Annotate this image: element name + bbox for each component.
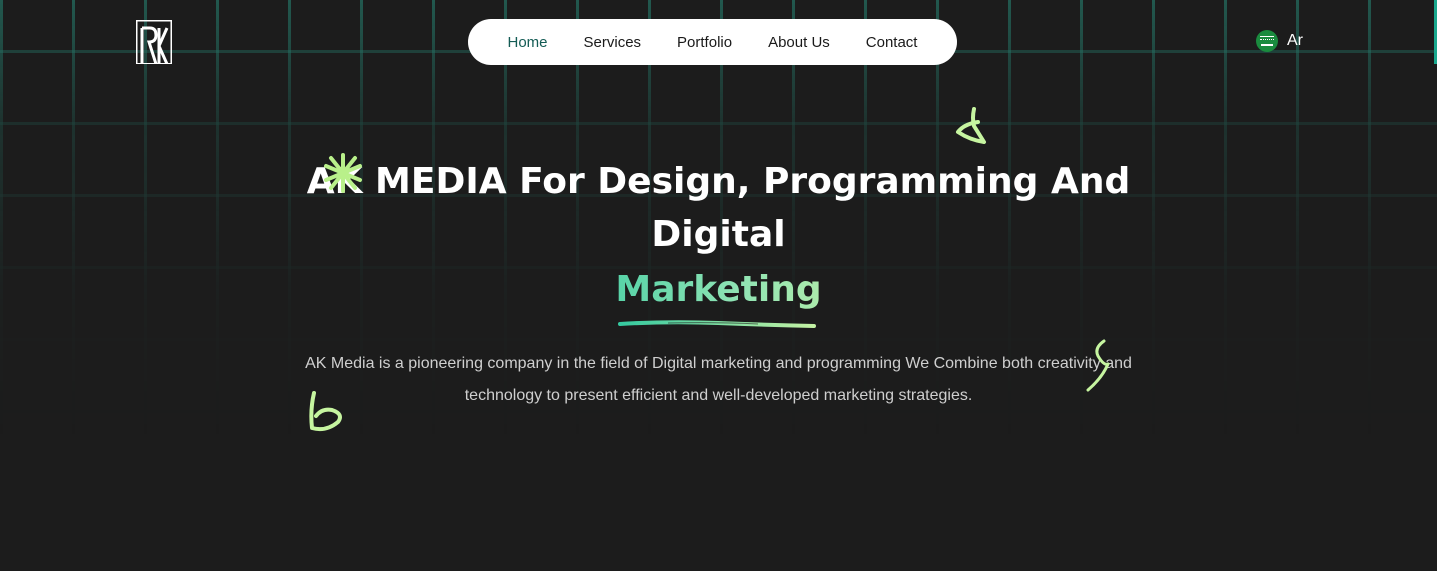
language-switcher[interactable]: Ar — [1256, 30, 1303, 52]
saudi-flag-icon — [1256, 30, 1278, 52]
nav-home[interactable]: Home — [508, 34, 548, 51]
asterisk-doodle-icon — [324, 153, 362, 193]
nav-services[interactable]: Services — [584, 34, 642, 51]
hero-highlight: Marketing — [540, 264, 897, 316]
highlight-underline-icon — [618, 320, 816, 328]
hook-doodle-icon — [956, 107, 986, 144]
hero-title: AK MEDIA For Design, Programming And Dig… — [306, 161, 1131, 255]
language-label: Ar — [1287, 32, 1303, 49]
logo-icon — [136, 20, 172, 65]
squiggle-doodle-icon — [1086, 339, 1110, 392]
nav-contact[interactable]: Contact — [866, 34, 918, 51]
nav-portfolio[interactable]: Portfolio — [677, 34, 732, 51]
curl-doodle-icon — [309, 391, 342, 432]
nav-about-us[interactable]: About Us — [768, 34, 830, 51]
brand-logo[interactable] — [136, 20, 172, 65]
main-nav: Home Services Portfolio About Us Contact — [468, 19, 957, 65]
hero-description: AK Media is a pioneering company in the … — [305, 355, 1132, 404]
